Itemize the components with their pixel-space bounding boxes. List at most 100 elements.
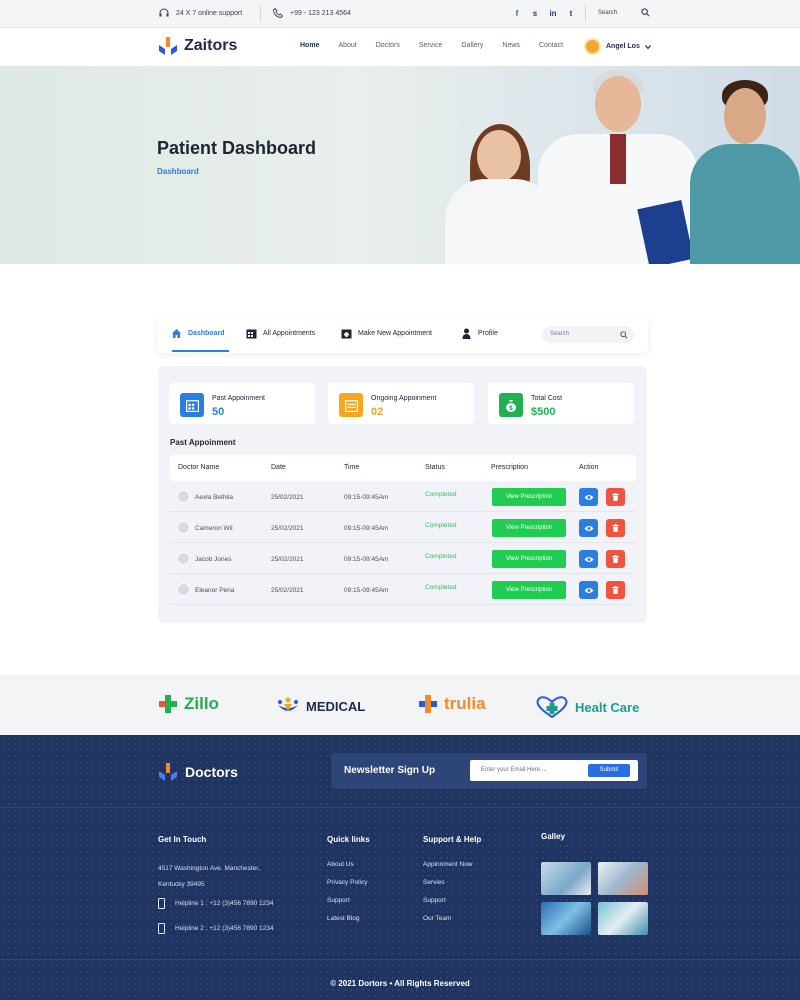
column-title: Galley [541,832,566,841]
partner-name: trulia [444,694,486,713]
eye-icon[interactable] [579,488,598,506]
mobile-icon [158,923,165,934]
nav-item-news[interactable]: News [502,42,520,49]
appointment-time: 09:15-09:45Am [344,556,389,563]
partner-name: MEDICAL [306,698,366,714]
appointment-date: 25/02/2021 [271,525,304,532]
footer-link[interactable]: Appinnment Now [423,861,481,868]
footer-link[interactable]: Latest Blog [327,915,370,922]
nav-item-gallery[interactable]: Gallery [461,42,483,49]
partner-trulia[interactable]: trulia [418,694,486,714]
partner-zillo[interactable]: Zillo [158,694,219,714]
footer-link[interactable]: Privacy Policy [327,879,370,886]
dashboard-search-input[interactable]: Search [542,326,634,343]
trash-icon[interactable] [606,581,625,599]
appointment-time: 09:15-09:45Am [344,587,389,594]
doctor-name: Cameron Wil [195,525,233,532]
footer-link[interactable]: About Us [327,861,370,868]
phone-text: +99 - 123 213 4564 [290,9,351,17]
twitter-icon[interactable]: t [566,8,576,18]
eye-icon[interactable] [579,581,598,599]
stat-value: $500 [531,406,556,418]
nav-item-about[interactable]: About [338,42,356,49]
tab-profile-label: Profile [478,330,498,337]
tab-all-appointments-label: All Appointments [263,330,316,337]
breadcrumb[interactable]: Dashboard [157,167,199,176]
divider [585,6,586,22]
copyright: © 2021 Dortors • All Rights Reserved [330,979,470,988]
search-icon[interactable] [620,326,628,345]
helpline-2[interactable]: Helpline 2 : +12 (3)456 7890 1234 [158,923,273,934]
footer-link[interactable]: Servies [423,879,481,886]
eye-icon[interactable] [579,550,598,568]
footer-link[interactable]: Support [327,897,370,904]
active-tab-indicator [172,350,229,352]
view-prescription-button[interactable]: View Prescription [492,550,566,568]
helpline-1[interactable]: Helpline 1 : +12 (3)456 7890 1234 [158,898,273,909]
newsletter-box: Newsletter Sign Up Enter your Email Here… [331,753,647,789]
gallery-image[interactable] [598,862,648,895]
nav-item-service[interactable]: Service [419,42,442,49]
nav-menu: Home About Doctors Service Gallery News … [300,42,563,49]
status-badge: Completed [425,522,457,529]
column-header: Date [271,464,286,471]
partner-healt-care[interactable]: Healt Care [535,695,639,719]
stat-card-past: Past Appoinment 50 [169,383,315,424]
tab-dashboard[interactable]: Dashboard [171,328,225,339]
gallery-image[interactable] [541,902,591,935]
skype-icon[interactable]: s [530,8,540,18]
column-header: Time [344,464,360,471]
doctor-name: Aexla Bethila [195,494,233,501]
doctor-photo-male [690,74,800,264]
status-badge: Completed [425,553,457,560]
appointment-date: 25/02/2021 [271,494,304,501]
trash-icon[interactable] [606,488,625,506]
footer-link[interactable]: Support [423,897,481,904]
stat-value: 50 [212,406,225,418]
submit-button[interactable]: Submit [588,764,630,777]
avatar [584,38,601,55]
table-row: Eleanor Pena 25/02/2021 09:15-09:45Am Co… [170,575,636,605]
brand-logo[interactable]: Zaitors [158,36,237,56]
status-badge: Completed [425,584,457,591]
doctor-name: Jacob Jones [195,556,232,563]
tab-new-appointment[interactable]: Make New Appointment [341,328,432,339]
nav-item-contact[interactable]: Contact [539,42,563,49]
facebook-icon[interactable]: f [512,8,522,18]
column-header: Doctor Name [178,464,220,471]
top-bar: 24 X 7 online support +99 - 123 213 4564… [0,0,800,28]
partner-medical[interactable]: MEDICAL [276,697,365,715]
nav-item-home[interactable]: Home [300,42,319,49]
tab-all-appointments[interactable]: All Appointments [246,328,315,339]
gallery-image[interactable] [598,902,648,935]
logo-icon [159,763,177,781]
view-prescription-button[interactable]: View Prescription [492,488,566,506]
gallery-image[interactable] [541,862,591,895]
footer-brand-logo[interactable]: Doctors [158,762,238,782]
address-line: 4517 Washington Ave. Manchester, [158,865,260,872]
appointment-time: 09:15-09:45Am [344,494,389,501]
phone-info[interactable]: +99 - 123 213 4564 [272,7,351,19]
trash-icon[interactable] [606,519,625,537]
trash-icon[interactable] [606,550,625,568]
view-prescription-button[interactable]: View Prescription [492,581,566,599]
top-search[interactable]: Search [598,8,650,17]
tab-profile[interactable]: Profile [461,328,498,339]
column-title: Quick links [327,835,370,844]
view-prescription-button[interactable]: View Prescription [492,519,566,537]
dashboard-panel: Past Appoinment 50 Ongoing Appoinment 02… [158,366,647,623]
svg-text:$: $ [509,405,513,412]
user-name: Angel Los [606,43,640,50]
eye-icon[interactable] [579,519,598,537]
table-row: Jacob Jones 25/02/2021 09:15-09:45Am Com… [170,544,636,574]
cross-icon [419,695,437,713]
user-menu[interactable]: Angel Los [584,38,651,55]
nav-item-doctors[interactable]: Doctors [376,42,400,49]
footer-link[interactable]: Our Team [423,915,481,922]
linkedin-icon[interactable]: in [548,8,558,18]
search-icon[interactable] [641,8,650,17]
section-title: Past Appoinment [170,438,236,447]
column-title: Support & Help [423,835,482,844]
partner-logos: Zillo MEDICAL trulia Healt Care [0,675,800,735]
brand-name: Zaitors [184,37,238,54]
